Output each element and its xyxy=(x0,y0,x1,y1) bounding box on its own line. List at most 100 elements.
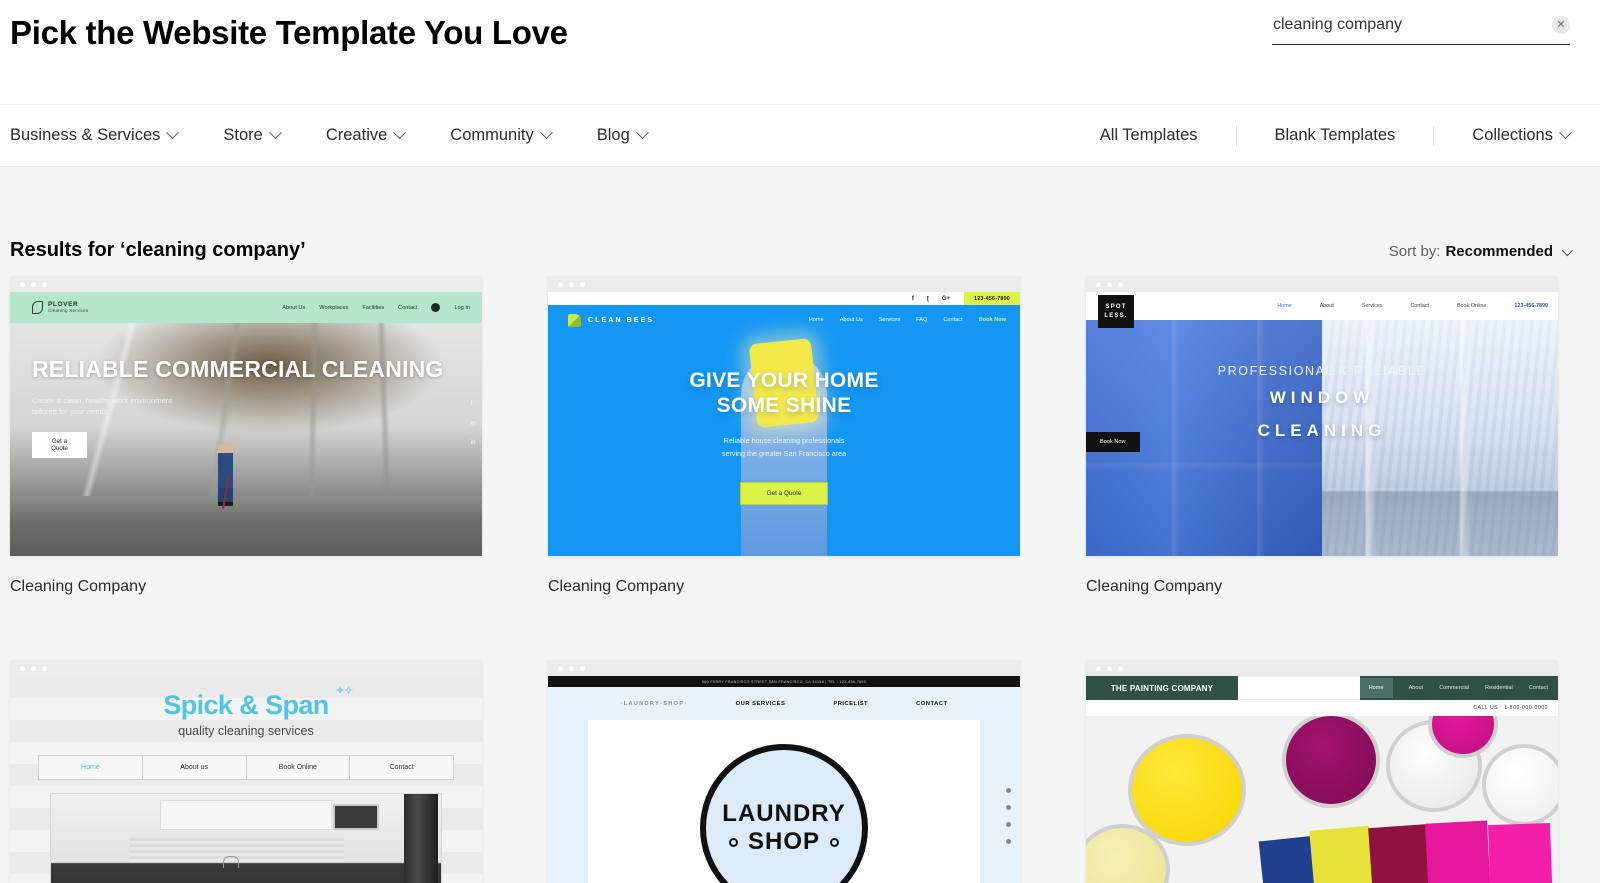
slide-dot-icon[interactable] xyxy=(1006,788,1011,793)
browser-chrome-bar xyxy=(548,276,1020,292)
preview-menu-item: Commercial xyxy=(1439,685,1470,691)
preview-menu-item: Contact xyxy=(389,764,414,771)
linkedin-icon: in xyxy=(470,440,476,446)
template-card-painting-company[interactable]: THE PAINTING COMPANY Home About Commerci… xyxy=(1086,660,1558,883)
results-content: Results for ‘cleaning company’ Sort by: … xyxy=(0,167,1600,883)
nav-item-creative[interactable]: Creative xyxy=(326,126,407,145)
nav-label: Community xyxy=(450,126,534,144)
search-input[interactable] xyxy=(1272,14,1546,36)
template-card-label: Cleaning Company xyxy=(548,578,685,595)
paint-cans-photo xyxy=(1086,716,1558,883)
logo-line-2: SHOP xyxy=(728,828,839,856)
preview-login-link: Log In xyxy=(454,304,470,311)
template-thumbnail[interactable]: PLOVER Cleaning Services About Us Workpl… xyxy=(10,276,482,556)
preview-menu-item: Contact xyxy=(1528,685,1548,691)
search-field-row: ✕ xyxy=(1272,14,1570,45)
window-dot-icon xyxy=(580,665,585,671)
preview-menu-item: About Us xyxy=(839,317,863,323)
template-card-spick-and-span[interactable]: Spick & Span quality cleaning services H… xyxy=(10,660,482,883)
template-thumbnail[interactable]: THE PAINTING COMPANY Home About Commerci… xyxy=(1086,660,1558,883)
circle-icon xyxy=(830,837,839,847)
brand-line-2: LESS. xyxy=(1104,312,1128,319)
chevron-down-icon xyxy=(1559,126,1572,140)
preview-menu-item: Contact xyxy=(398,304,418,311)
chevron-down-icon xyxy=(268,126,282,140)
slide-dot-icon[interactable] xyxy=(1006,822,1011,827)
brand-line-1: SPOT xyxy=(1105,304,1127,311)
slide-dot-icon[interactable] xyxy=(1006,839,1011,844)
template-card-spotless[interactable]: Home About Services Contact Book Online … xyxy=(1086,276,1558,596)
hero-headline-line2: SOME SHINE xyxy=(716,393,852,417)
twitter-icon: ʈ xyxy=(926,295,929,302)
paint-can-white-2 xyxy=(1482,744,1558,826)
preview-logo: CLEAN BEES xyxy=(568,313,654,327)
page-title: Pick the Website Template You Love xyxy=(10,14,568,51)
cabinet-graphic xyxy=(160,800,332,830)
browser-chrome-bar xyxy=(1086,660,1558,676)
preview-logo: PLOVER Cleaning Services xyxy=(32,301,88,314)
nav-item-blank-templates[interactable]: Blank Templates xyxy=(1237,126,1434,145)
nav-item-collections[interactable]: Collections xyxy=(1434,126,1572,145)
preview-menu-item: Workplaces xyxy=(319,304,349,311)
results-heading: Results for ‘cleaning company’ xyxy=(10,239,306,261)
facebook-icon: f xyxy=(470,401,473,407)
navbar-left-group: Business & Services Store Creative Commu… xyxy=(10,126,693,145)
nav-item-blog[interactable]: Blog xyxy=(597,126,649,145)
hero-subtitle: Create a clean, healthy work environment… xyxy=(32,395,173,417)
slide-dot-icon[interactable] xyxy=(1006,805,1011,810)
bee-logo-icon xyxy=(568,313,581,327)
template-thumbnail[interactable]: f ʈ G+ 123-456-7890 CLEAN BEES Home Abou… xyxy=(548,276,1020,556)
preview-phone-number: 123-456-7890 xyxy=(964,292,1020,305)
preview-menu-item: Services xyxy=(1361,303,1383,309)
window-dot-icon xyxy=(1096,281,1101,287)
nav-label: Blank Templates xyxy=(1274,126,1396,144)
circle-icon xyxy=(728,837,738,847)
hero-cta-button: Book Now xyxy=(1086,432,1140,452)
preview-menu-item: Home xyxy=(808,317,824,323)
template-card-plover[interactable]: PLOVER Cleaning Services About Us Workpl… xyxy=(10,276,482,596)
nav-item-business-services[interactable]: Business & Services xyxy=(10,126,180,145)
preview-menu-item: CONTACT xyxy=(916,700,948,707)
hero-subtitle-line1: Reliable house cleaning professionals xyxy=(723,435,845,445)
nav-item-store[interactable]: Store xyxy=(223,126,282,145)
paint-can-yellow xyxy=(1128,734,1246,846)
preview-menu-item: Services xyxy=(878,317,901,323)
nav-label: Business & Services xyxy=(10,126,161,144)
logo-line-2-text: SHOP xyxy=(747,828,820,855)
hero-headline-line1: GIVE YOUR HOME xyxy=(689,369,879,392)
window-dot-icon xyxy=(1096,665,1101,671)
hero-headline-line1: WINDOW xyxy=(1269,388,1375,407)
microwave-graphic xyxy=(332,804,379,830)
hero-headline: RELIABLE COMMERCIAL CLEANING xyxy=(32,356,444,382)
template-thumbnail[interactable]: 560 FERRY FRANCISCO STREET SAN FRANCISCO… xyxy=(548,660,1020,883)
results-toolbar: Results for ‘cleaning company’ Sort by: … xyxy=(10,167,1574,276)
sort-by-dropdown[interactable]: Sort by: Recommended xyxy=(1389,243,1574,260)
preview-logo: SPOT LESS. xyxy=(1098,295,1134,328)
template-grid: PLOVER Cleaning Services About Us Workpl… xyxy=(10,276,1570,883)
circular-logo-badge: LAUNDRY SHOP xyxy=(700,744,868,883)
preview-menu: Home About Commercial Residential Contac… xyxy=(1359,676,1558,700)
page-header: Pick the Website Template You Love ✕ xyxy=(0,0,1600,104)
template-thumbnail[interactable]: Spick & Span quality cleaning services H… xyxy=(10,660,482,883)
preview-navbar: Home About us Book Online Contact xyxy=(38,755,454,780)
fridge-graphic xyxy=(404,794,438,883)
window-dot-icon xyxy=(1118,281,1123,287)
nav-item-all-templates[interactable]: All Templates xyxy=(1062,126,1236,145)
chevron-down-icon xyxy=(635,126,649,140)
preview-menu-item: PRICELIST xyxy=(833,700,869,707)
preview-menu-item: Facilities xyxy=(362,304,385,311)
preview-menu-item: Contact xyxy=(943,317,963,323)
template-card-laundry-shop[interactable]: 560 FERRY FRANCISCO STREET SAN FRANCISCO… xyxy=(548,660,1020,883)
floor-graphic xyxy=(10,496,482,556)
close-icon[interactable]: ✕ xyxy=(1552,16,1570,34)
preview-navbar: Home About Services Contact Book Online … xyxy=(1086,292,1558,320)
template-thumbnail[interactable]: Home About Services Contact Book Online … xyxy=(1086,276,1558,556)
search-area: ✕ xyxy=(1272,14,1570,45)
hero-text-block: PROFESSIONAL & RELIABLE WINDOW CLEANING xyxy=(1086,364,1558,443)
social-links: f ʈ G+ xyxy=(912,296,950,302)
navbar-spacer xyxy=(1238,676,1360,700)
slide-indicator-dots[interactable] xyxy=(1006,788,1011,844)
nav-item-community[interactable]: Community xyxy=(450,126,553,145)
preview-phone-number: CALL US : 1-800-000-0000 xyxy=(1473,705,1548,711)
template-card-clean-bees[interactable]: f ʈ G+ 123-456-7890 CLEAN BEES Home Abou… xyxy=(548,276,1020,596)
